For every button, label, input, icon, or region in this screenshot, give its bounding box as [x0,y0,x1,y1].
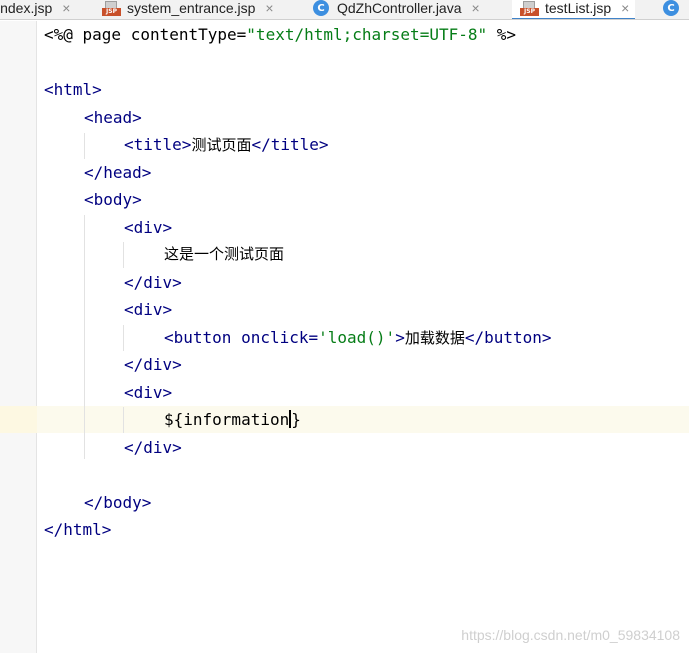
tab-label: index.jsp [0,0,53,16]
tab-system-entrance-jsp[interactable]: JSP system_entrance.jsp × [102,0,274,19]
title-text: 测试页面 [191,136,252,154]
java-class-icon: C [313,0,329,16]
code-line-10[interactable]: </div> [124,269,182,296]
code-line-6[interactable]: </head> [84,159,151,186]
close-icon[interactable]: × [265,0,273,16]
code-line-13[interactable]: </div> [124,351,182,378]
code-line-8[interactable]: <div> [124,214,172,241]
current-line-highlight [0,406,689,433]
code-line-3[interactable]: <html> [44,76,102,103]
indent-guide [84,133,85,159]
code-line-15[interactable]: ${information} [164,406,301,433]
indent-guide [123,242,124,268]
indent-guide [123,407,124,433]
tab-testlist-jsp[interactable]: JSP testList.jsp × [512,0,636,19]
el-expression-close: } [291,410,301,429]
code-line-14[interactable]: <div> [124,379,172,406]
tab-overflow-java[interactable]: C [663,0,687,19]
code-line-11[interactable]: <div> [124,296,172,323]
code-line-5[interactable]: <title>测试页面</title> [124,131,329,158]
content-type-value: "text/html;charset=UTF-8" [246,25,488,44]
tag-bracket: > [395,328,405,347]
tab-label: QdZhController.java [337,0,462,16]
code-line-7[interactable]: <body> [84,186,142,213]
indent-guide [84,215,85,459]
code-line-19[interactable]: </html> [44,516,111,543]
java-class-icon: C [663,0,679,16]
code-line-18[interactable]: </body> [84,489,151,516]
close-icon[interactable]: × [62,0,70,16]
code-line-1[interactable]: <%@ page contentType="text/html;charset=… [44,21,516,48]
code-line-4[interactable]: <head> [84,104,142,131]
title-close-tag: </title> [251,135,329,154]
indent-guide [123,325,124,351]
tab-label: testList.jsp [545,0,612,16]
close-icon[interactable]: × [472,0,480,16]
tab-index-jsp[interactable]: index.jsp × [0,0,70,19]
watermark: https://blog.csdn.net/m0_59834108 [461,627,680,643]
code-line-9[interactable]: 这是一个测试页面 [164,241,284,268]
editor-tab-bar: index.jsp × JSP system_entrance.jsp × C … [0,0,689,20]
close-icon[interactable]: × [621,0,629,16]
line-gutter[interactable] [0,21,37,653]
tab-label: system_entrance.jsp [127,0,256,16]
tab-qdzhcontroller-java[interactable]: C QdZhController.java × [313,0,480,19]
jsp-directive-close: %> [487,25,517,44]
code-line-16[interactable]: </div> [124,434,182,461]
jsp-file-icon: JSP [102,0,121,16]
title-open-tag: <title> [124,135,192,154]
button-text: 加载数据 [404,329,465,347]
button-open-tag: <button onclick= [164,328,319,347]
el-expression: ${information [164,410,290,429]
jsp-directive: <%@ page contentType= [44,25,247,44]
onclick-value: 'load()' [318,328,396,347]
jsp-file-icon: JSP [520,0,539,16]
button-close-tag: </button> [464,328,552,347]
code-line-12[interactable]: <button onclick='load()'>加载数据</button> [164,324,552,351]
